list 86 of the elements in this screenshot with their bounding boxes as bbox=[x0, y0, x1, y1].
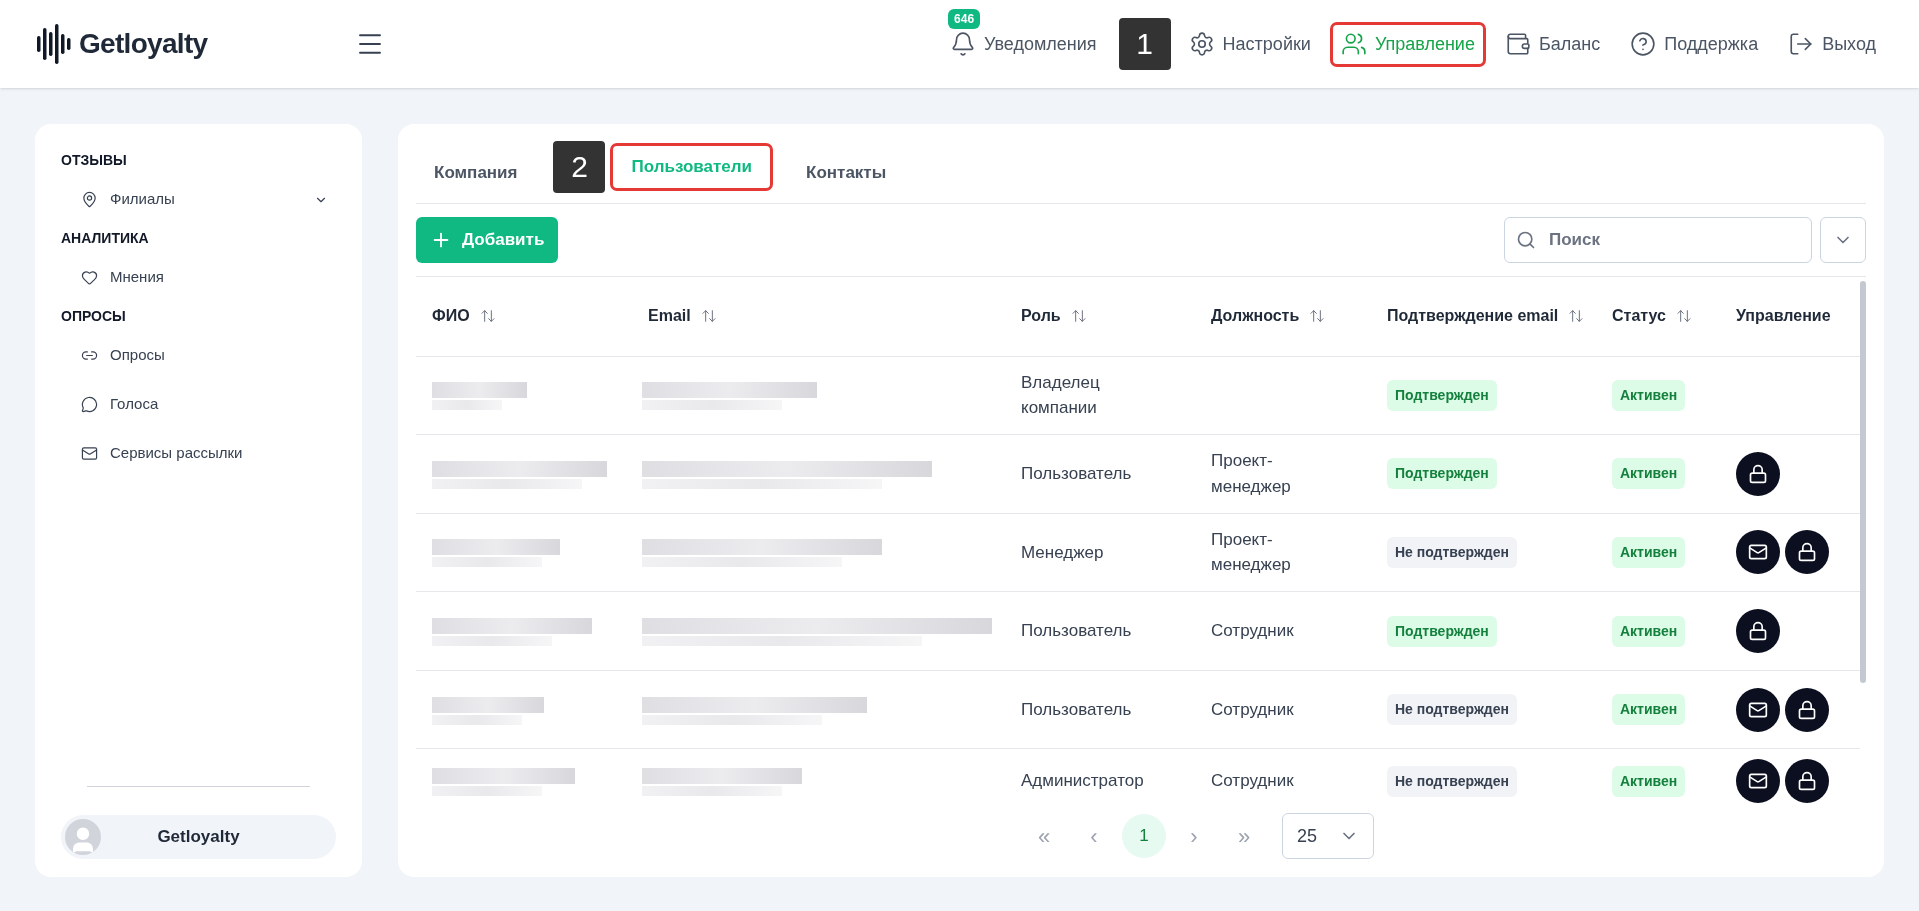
send-email-button[interactable] bbox=[1736, 687, 1780, 732]
lock-icon bbox=[1797, 542, 1817, 563]
status-badge: Активен bbox=[1612, 379, 1686, 411]
heart-icon bbox=[81, 269, 98, 286]
nav-link[interactable]: Выход bbox=[1780, 24, 1884, 64]
lock-button[interactable] bbox=[1785, 687, 1829, 732]
table-cell: Сотрудник bbox=[1211, 771, 1294, 791]
nav-link[interactable]: Настройки bbox=[1180, 24, 1319, 64]
lock-icon bbox=[1748, 463, 1768, 484]
search-icon bbox=[1516, 230, 1536, 250]
lock-icon bbox=[1797, 699, 1817, 720]
status-badge: Подтвержден bbox=[1387, 458, 1497, 490]
account-name: Getloyalty bbox=[156, 826, 241, 849]
send-email-button[interactable] bbox=[1736, 759, 1780, 804]
lock-button[interactable] bbox=[1785, 530, 1829, 575]
callout-marker: 2 bbox=[553, 141, 606, 193]
sidebar-item[interactable]: Мнения bbox=[61, 253, 336, 302]
logo-icon bbox=[35, 24, 71, 64]
table-cell: Проект-менеджер bbox=[1211, 529, 1291, 575]
envelope-icon bbox=[1748, 771, 1768, 792]
table-cell: Сотрудник bbox=[1211, 699, 1294, 719]
envelope-icon bbox=[81, 445, 98, 462]
column-header[interactable]: Должность bbox=[1211, 304, 1326, 329]
status-badge: Не подтвержден bbox=[1387, 694, 1517, 726]
send-email-button[interactable] bbox=[1736, 530, 1780, 575]
column-header[interactable]: Email bbox=[648, 304, 717, 329]
chat-bubble-icon bbox=[81, 396, 98, 413]
users-icon bbox=[1340, 31, 1367, 57]
tab[interactable]: Контакты bbox=[788, 151, 905, 193]
sidebar-section-title: ОТЗЫВЫ bbox=[61, 151, 128, 170]
nav-link[interactable]: Баланс bbox=[1496, 24, 1609, 64]
table-cell: Сотрудник bbox=[1211, 621, 1294, 641]
status-badge: Не подтвержден bbox=[1387, 536, 1517, 568]
sidebar-section-title: ОПРОСЫ bbox=[61, 307, 127, 326]
sort-icon bbox=[1070, 308, 1087, 325]
column-header[interactable]: Управление bbox=[1736, 304, 1831, 329]
table-cell: Пользователь bbox=[1021, 464, 1132, 484]
table-cell: Пользователь bbox=[1021, 699, 1132, 719]
sort-icon bbox=[479, 308, 496, 325]
scrollbar[interactable] bbox=[1860, 281, 1866, 683]
table-cell: Проект-менеджер bbox=[1211, 451, 1291, 496]
avatar-icon bbox=[65, 819, 101, 855]
lock-button[interactable] bbox=[1736, 451, 1780, 496]
help-icon bbox=[1630, 31, 1657, 57]
status-badge: Активен bbox=[1612, 615, 1686, 647]
lock-icon bbox=[1797, 771, 1817, 792]
settings-icon bbox=[1188, 31, 1215, 57]
sort-icon bbox=[1568, 308, 1585, 325]
status-badge: Подтвержден bbox=[1387, 615, 1497, 647]
table-cell: Пользователь bbox=[1021, 621, 1132, 641]
table-cell: Владелец компании bbox=[1021, 372, 1100, 418]
sort-icon bbox=[1309, 308, 1326, 325]
page-size-select[interactable]: 25 bbox=[1282, 813, 1374, 859]
status-badge: Подтвержден bbox=[1387, 379, 1497, 411]
status-badge: Активен bbox=[1612, 536, 1686, 568]
account-chip[interactable]: Getloyalty bbox=[61, 815, 336, 859]
map-pin-icon bbox=[81, 191, 98, 208]
wallet-icon bbox=[1504, 31, 1531, 57]
status-badge: Активен bbox=[1612, 458, 1686, 490]
status-badge: Не подтвержден bbox=[1387, 765, 1517, 797]
table-cell: Администратор bbox=[1021, 771, 1144, 791]
lock-button[interactable] bbox=[1736, 609, 1780, 654]
nav-link[interactable]: Поддержка bbox=[1622, 24, 1767, 64]
sidebar-item[interactable]: Сервисы рассылки bbox=[61, 429, 336, 478]
lock-icon bbox=[1748, 621, 1768, 642]
sidebar-item[interactable]: Филиалы bbox=[61, 175, 336, 224]
sort-icon bbox=[700, 308, 717, 325]
sidebar-section-title: АНАЛИТИКА bbox=[61, 229, 150, 248]
envelope-icon bbox=[1748, 542, 1768, 563]
status-badge: Активен bbox=[1612, 694, 1686, 726]
lock-button[interactable] bbox=[1785, 759, 1829, 804]
table-cell: Менеджер bbox=[1021, 542, 1104, 562]
logo-text: Getloyalty bbox=[79, 27, 208, 61]
sidebar-item[interactable]: Опросы bbox=[61, 331, 336, 380]
sort-icon bbox=[1675, 308, 1692, 325]
notification-badge: 646 bbox=[948, 8, 981, 29]
column-header[interactable]: Статус bbox=[1612, 304, 1692, 329]
callout-marker: 1 bbox=[1118, 18, 1171, 70]
search-field[interactable]: Поиск bbox=[1504, 217, 1812, 263]
page-button[interactable]: 1 bbox=[1122, 814, 1166, 858]
status-badge: Активен bbox=[1612, 765, 1686, 797]
column-header[interactable]: Роль bbox=[1021, 304, 1087, 329]
tab[interactable]: Компания bbox=[416, 151, 536, 193]
column-header[interactable]: Подтверждение email bbox=[1387, 304, 1585, 329]
column-header[interactable]: ФИО bbox=[432, 304, 496, 329]
sidebar-item[interactable]: Голоса bbox=[61, 380, 336, 429]
